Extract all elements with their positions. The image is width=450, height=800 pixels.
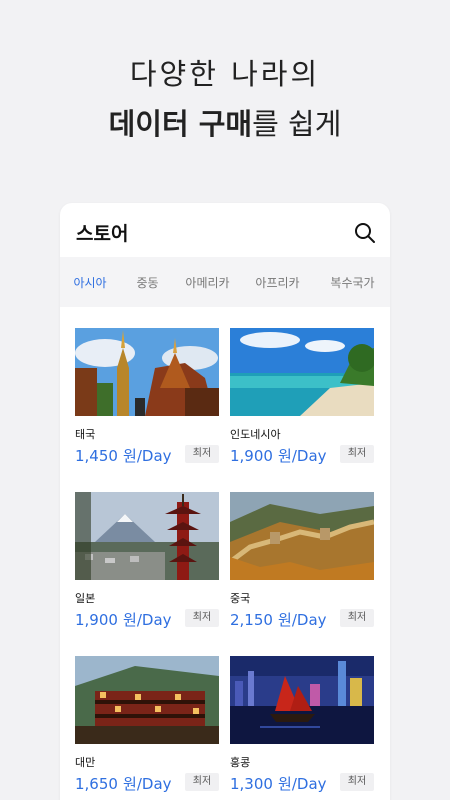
lowest-price-badge: 최저 [340, 609, 374, 627]
price-row: 1,450 원/Day 최저 [75, 445, 219, 467]
price-value: 2,150 [230, 611, 273, 629]
price-value: 1,900 [230, 447, 273, 465]
price-value: 1,650 [75, 775, 118, 793]
hero-line-1: 다양한 나라의 [129, 57, 321, 91]
hero-line-2-bold: 데이터 구매 [108, 107, 253, 141]
price-value: 1,300 [230, 775, 273, 793]
country-card-indonesia[interactable]: 인도네시아 1,900 원/Day 최저 [230, 328, 374, 467]
price-unit: 원/Day [278, 447, 327, 465]
store-card: 스토어 아시아 중동 아메리카 아프리카 복수국가 태국 1,450 원/Day… [60, 203, 390, 800]
indonesia-photo [230, 328, 374, 416]
price-row: 2,150 원/Day 최저 [230, 609, 374, 631]
country-name: 인도네시아 [230, 428, 281, 441]
store-title: 스토어 [76, 223, 129, 245]
tab-africa[interactable]: 아프리카 [240, 274, 315, 291]
price-row: 1,300 원/Day 최저 [230, 773, 374, 795]
country-name: 태국 [75, 428, 96, 441]
hero-line-2: 데이터 구매를 쉽게 [0, 100, 450, 148]
thailand-photo [75, 328, 219, 416]
lowest-price-badge: 최저 [340, 773, 374, 791]
lowest-price-badge: 최저 [185, 445, 219, 463]
price-unit: 원/Day [123, 611, 172, 629]
price-row: 1,900 원/Day 최저 [230, 445, 374, 467]
hero-heading: 다양한 나라의 데이터 구매를 쉽게 [0, 52, 450, 148]
price-row: 1,650 원/Day 최저 [75, 773, 219, 795]
country-card-hongkong[interactable]: 홍콩 1,300 원/Day 최저 [230, 656, 374, 795]
country-name: 중국 [230, 592, 251, 605]
price-unit: 원/Day [278, 775, 327, 793]
lowest-price-badge: 최저 [340, 445, 374, 463]
price-value: 1,900 [75, 611, 118, 629]
region-tabs: 아시아 중동 아메리카 아프리카 복수국가 [60, 257, 390, 307]
lowest-price-badge: 최저 [185, 773, 219, 791]
china-photo [230, 492, 374, 580]
lowest-price-badge: 최저 [185, 609, 219, 627]
country-name: 홍콩 [230, 756, 251, 769]
country-name: 일본 [75, 592, 96, 605]
japan-photo [75, 492, 219, 580]
price-row: 1,900 원/Day 최저 [75, 609, 219, 631]
tab-america[interactable]: 아메리카 [175, 274, 240, 291]
country-card-china[interactable]: 중국 2,150 원/Day 최저 [230, 492, 374, 631]
country-card-thailand[interactable]: 태국 1,450 원/Day 최저 [75, 328, 219, 467]
search-icon[interactable] [354, 222, 376, 244]
store-header: 스토어 [60, 203, 390, 257]
price-unit: 원/Day [278, 611, 327, 629]
price-unit: 원/Day [123, 775, 172, 793]
hero-line-2-rest: 를 쉽게 [252, 107, 342, 141]
price-value: 1,450 [75, 447, 118, 465]
hongkong-photo [230, 656, 374, 744]
country-name: 대만 [75, 756, 96, 769]
taiwan-photo [75, 656, 219, 744]
country-card-japan[interactable]: 일본 1,900 원/Day 최저 [75, 492, 219, 631]
tab-middle-east[interactable]: 중동 [120, 274, 175, 291]
tab-asia[interactable]: 아시아 [60, 274, 120, 291]
tab-multi-country[interactable]: 복수국가 [315, 274, 390, 291]
price-unit: 원/Day [123, 447, 172, 465]
country-card-taiwan[interactable]: 대만 1,650 원/Day 최저 [75, 656, 219, 795]
